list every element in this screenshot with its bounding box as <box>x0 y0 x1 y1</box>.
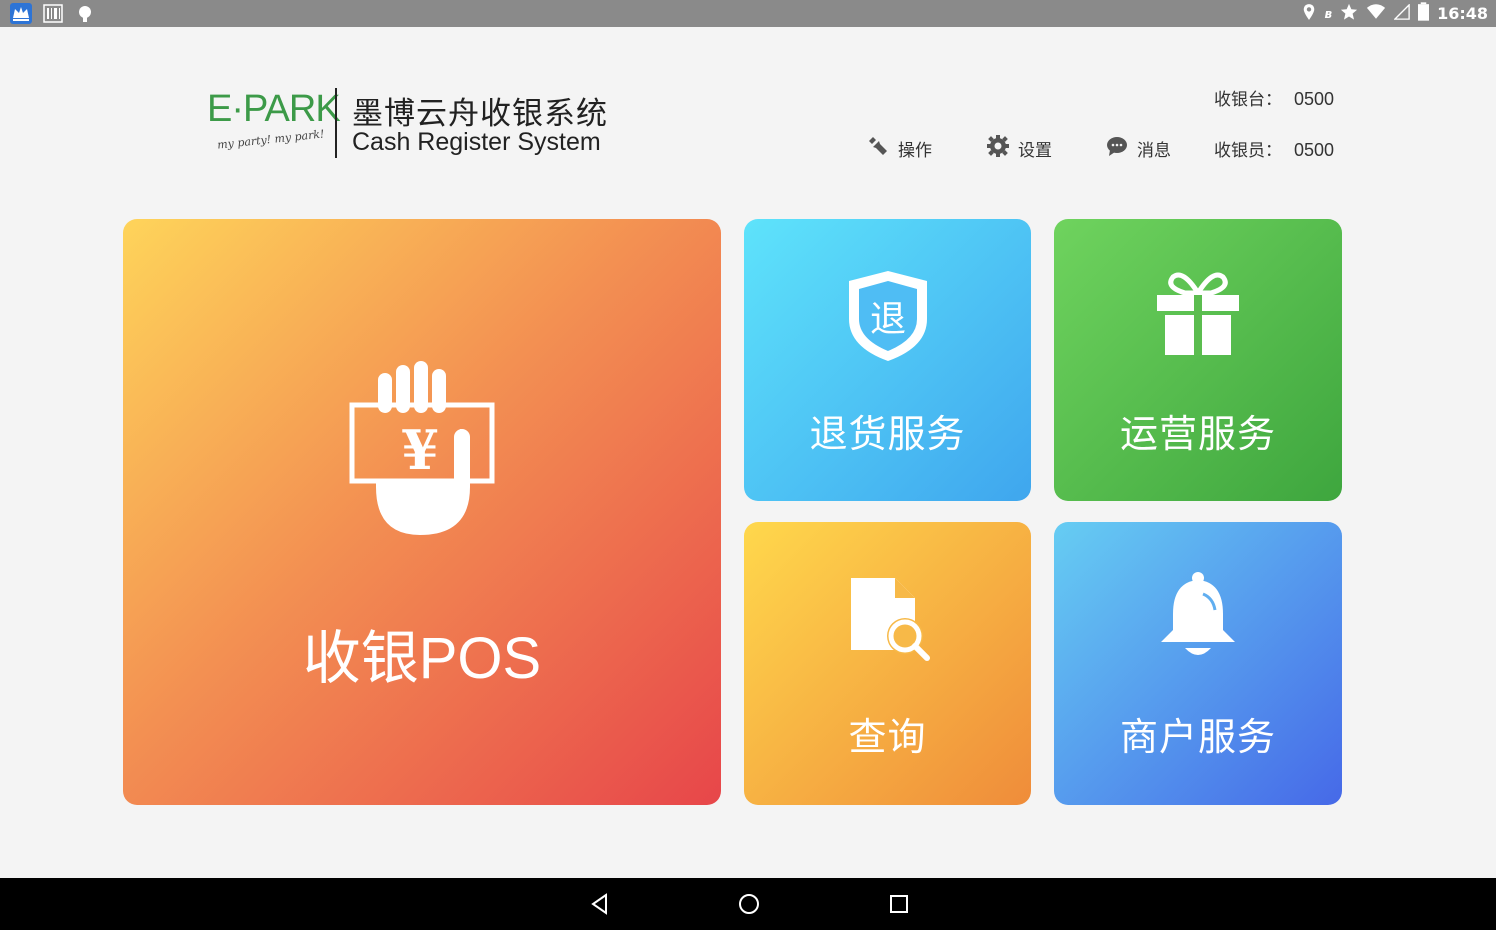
status-time: 16:48 <box>1437 4 1488 23</box>
query-tile[interactable]: 查询 <box>744 522 1031 805</box>
merchant-service-tile[interactable]: 商户服务 <box>1054 522 1342 805</box>
home-icon <box>739 894 759 914</box>
cashier-value: 0500 <box>1294 140 1335 160</box>
chat-icon <box>1105 134 1129 163</box>
operation-label: 操作 <box>898 141 932 161</box>
barcode-icon <box>42 3 64 24</box>
return-service-label: 退货服务 <box>809 412 966 456</box>
bluetooth-icon: ʙ <box>1324 6 1333 21</box>
status-bar: ʙ 16:48 <box>0 0 1496 27</box>
gear-icon <box>986 134 1010 163</box>
operations-service-label: 运营服务 <box>1119 412 1276 456</box>
return-shield-icon: 退 <box>843 267 933 363</box>
app-logo: E·PARK my party! my park! 墨博云舟收银系统 Cash … <box>205 88 625 160</box>
pos-label: 收银POS <box>302 626 542 691</box>
operation-menu-button[interactable]: 操作 <box>866 134 932 163</box>
bell-icon <box>1153 570 1243 666</box>
messages-label: 消息 <box>1137 141 1171 161</box>
merchant-service-label: 商户服务 <box>1119 715 1276 759</box>
register-info: 收银台： 0500 <box>1214 85 1334 110</box>
recents-button[interactable] <box>886 891 912 917</box>
wifi-icon <box>1366 3 1386 24</box>
battery-icon <box>1418 2 1430 25</box>
star-icon <box>1340 3 1358 25</box>
logo-brand: E·PARK <box>207 88 341 130</box>
settings-label: 设置 <box>1018 141 1052 161</box>
settings-menu-button[interactable]: 设置 <box>986 134 1052 163</box>
cash-hand-icon: ¥ <box>342 359 502 539</box>
cashier-info: 收银员： 0500 <box>1214 136 1334 161</box>
register-label: 收银台： <box>1214 90 1282 110</box>
svg-text:¥: ¥ <box>401 418 439 482</box>
operations-service-tile[interactable]: 运营服务 <box>1054 219 1342 501</box>
app-title-en: Cash Register System <box>352 128 601 156</box>
register-value: 0500 <box>1294 89 1335 109</box>
home-button[interactable] <box>736 891 762 917</box>
logo-divider <box>335 88 337 158</box>
cashier-label: 收银员： <box>1214 141 1282 161</box>
back-button[interactable] <box>587 891 613 917</box>
logo-tagline: my party! my park! <box>216 127 326 152</box>
svg-text:退: 退 <box>869 299 905 340</box>
app-title-cn: 墨博云舟收银系统 <box>352 96 608 132</box>
gift-icon <box>1153 267 1243 363</box>
location-icon <box>1302 3 1316 25</box>
epark-logo: E·PARK my party! my park! <box>205 88 341 160</box>
wrench-icon <box>866 134 890 163</box>
query-label: 查询 <box>848 715 927 759</box>
document-search-icon <box>843 570 933 666</box>
crown-app-icon <box>10 3 32 24</box>
android-icon <box>74 3 96 24</box>
back-icon <box>591 893 607 915</box>
pos-tile[interactable]: ¥ 收银POS <box>123 219 721 805</box>
navigation-bar <box>0 878 1496 930</box>
recents-icon <box>890 895 908 913</box>
messages-menu-button[interactable]: 消息 <box>1105 134 1171 163</box>
signal-icon <box>1393 2 1410 24</box>
return-service-tile[interactable]: 退 退货服务 <box>744 219 1031 501</box>
